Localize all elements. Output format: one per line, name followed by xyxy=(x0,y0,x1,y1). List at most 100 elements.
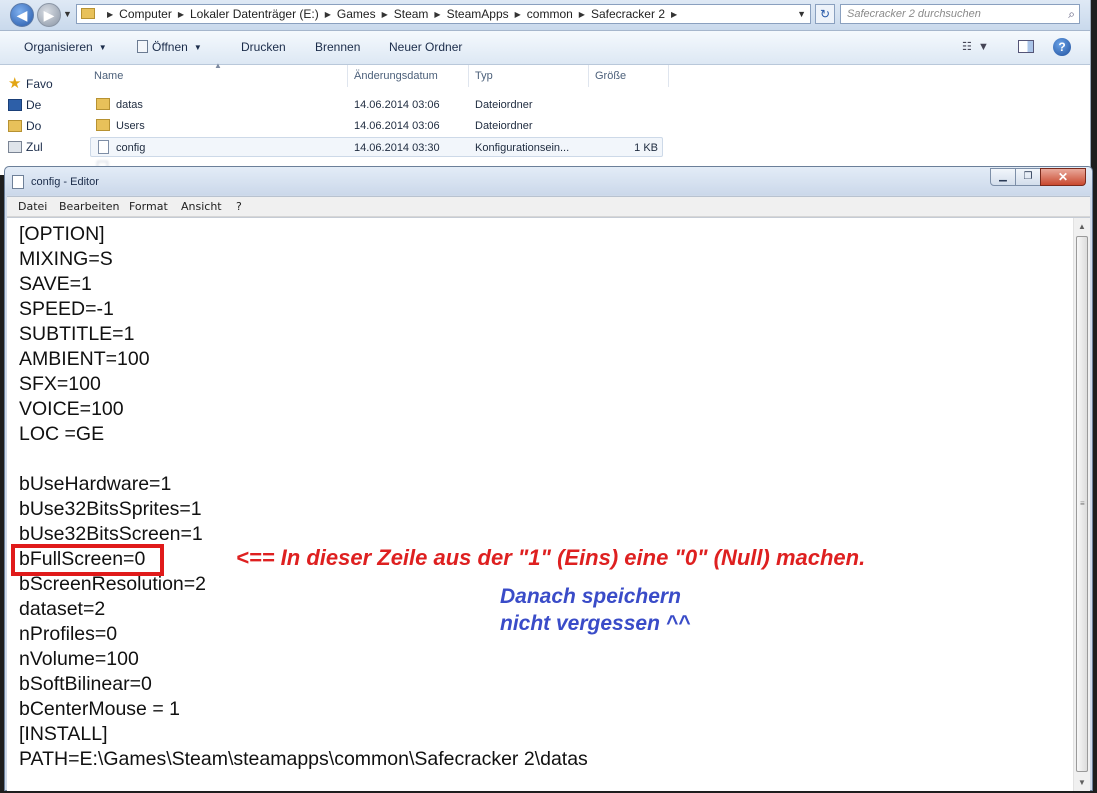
editor-line: bUse32BitsSprites=1 xyxy=(19,498,202,520)
organize-label: Organisieren xyxy=(24,40,93,54)
minimize-button[interactable]: ▁ xyxy=(990,168,1016,186)
breadcrumb-safecracker[interactable]: Safecracker 2 xyxy=(591,7,665,21)
menu-edit[interactable]: Bearbeiten xyxy=(59,200,119,213)
file-row-selected[interactable]: config 14.06.2014 03:30 Konfigurationsei… xyxy=(90,137,663,157)
editor-content[interactable]: [OPTION] MIXING=S SAVE=1 SPEED=-1 SUBTITLE=1… xyxy=(19,222,588,772)
editor-line: nVolume=100 xyxy=(19,648,139,670)
editor-line: bCenterMouse = 1 xyxy=(19,698,180,720)
column-header-name[interactable]: Name xyxy=(94,70,123,82)
column-divider[interactable] xyxy=(668,65,669,87)
chevron-down-icon: ▼ xyxy=(98,43,107,52)
title-bar[interactable]: config - Editor ▁ ❐ ✕ xyxy=(5,167,1092,195)
nav-label: Do xyxy=(26,119,42,133)
burn-button[interactable]: Brennen xyxy=(315,40,360,54)
restore-button[interactable]: ❐ xyxy=(1015,168,1041,186)
forward-button[interactable]: ▶ xyxy=(37,3,61,27)
editor-line: bSoftBilinear=0 xyxy=(19,673,152,695)
column-divider[interactable] xyxy=(588,65,589,87)
nav-label: De xyxy=(26,98,42,112)
search-input[interactable]: Safecracker 2 durchsuchen ⌕ xyxy=(840,4,1080,24)
annotation-instruction: <== In dieser Zeile aus der "1" (Eins) e… xyxy=(236,545,866,570)
recent-pages-dropdown-icon[interactable]: ▼ xyxy=(63,9,72,19)
chevron-right-icon[interactable]: ▶ xyxy=(515,10,521,19)
help-icon[interactable]: ? xyxy=(1053,38,1071,56)
scroll-down-icon[interactable]: ▼ xyxy=(1078,778,1086,787)
annotation-save-line: nicht vergessen ^^ xyxy=(500,612,691,635)
nav-label: Zul xyxy=(26,140,43,154)
chevron-down-icon: ▼ xyxy=(193,43,202,52)
menu-help[interactable]: ? xyxy=(236,200,242,213)
open-button[interactable]: Öffnen ▼ xyxy=(137,40,202,54)
menu-file[interactable]: Datei xyxy=(18,200,47,213)
scrollbar-thumb[interactable]: ≡ xyxy=(1076,236,1088,772)
change-view-button[interactable]: ☷ ▼ xyxy=(962,40,989,53)
folder-icon xyxy=(81,8,95,19)
chevron-right-icon[interactable]: ▶ xyxy=(579,10,585,19)
sort-ascending-icon: ▲ xyxy=(214,61,222,70)
close-button[interactable]: ✕ xyxy=(1040,168,1086,186)
grip-icon: ≡ xyxy=(1080,499,1085,508)
address-bar[interactable]: ▶ Computer ▶ Lokaler Datenträger (E:) ▶ Games… xyxy=(76,4,811,24)
nav-label: Favo xyxy=(26,77,53,91)
column-divider[interactable] xyxy=(468,65,469,87)
nav-item-favorites[interactable]: ★ Favo xyxy=(8,75,53,92)
notepad-window: config - Editor ▁ ❐ ✕ Datei Bearbeiten F… xyxy=(4,166,1093,791)
explorer-toolbar: Organisieren ▼ Öffnen ▼ Drucken Brennen Ne… xyxy=(0,31,1090,65)
editor-line: SAVE=1 xyxy=(19,273,92,295)
file-row[interactable]: Users 14.06.2014 03:06 Dateiordner xyxy=(90,116,663,136)
nav-item-recent[interactable]: Zul xyxy=(8,140,43,154)
column-header-type[interactable]: Typ xyxy=(475,70,493,82)
editor-line: [OPTION] xyxy=(19,223,105,245)
text-editor-area[interactable]: [OPTION] MIXING=S SAVE=1 SPEED=-1 SUBTITLE=1… xyxy=(7,217,1090,791)
explorer-window: ◀ ▶ ▼ ▶ Computer ▶ Lokaler Datenträger (E:)… xyxy=(0,0,1091,175)
editor-line: PATH=E:\Games\Steam\steamapps\common\Saf… xyxy=(19,748,588,770)
scroll-up-icon[interactable]: ▲ xyxy=(1078,222,1086,231)
chevron-right-icon[interactable]: ▶ xyxy=(671,10,677,19)
print-button[interactable]: Drucken xyxy=(241,40,286,54)
chevron-right-icon[interactable]: ▶ xyxy=(434,10,440,19)
notepad-app-icon[interactable] xyxy=(12,175,24,189)
annotation-save-line: Danach speichern xyxy=(500,585,681,608)
file-type: Dateiordner xyxy=(475,99,533,111)
back-button[interactable]: ◀ xyxy=(10,3,34,27)
chevron-right-icon[interactable]: ▶ xyxy=(325,10,331,19)
file-name: datas xyxy=(116,99,143,111)
breadcrumb-games[interactable]: Games xyxy=(337,7,376,21)
open-label: Öffnen xyxy=(152,40,188,54)
breadcrumb-steam[interactable]: Steam xyxy=(394,7,429,21)
new-folder-button[interactable]: Neuer Ordner xyxy=(389,40,462,54)
breadcrumb-common[interactable]: common xyxy=(527,7,573,21)
desktop-icon xyxy=(8,99,22,111)
address-dropdown-icon[interactable]: ▼ xyxy=(797,5,806,23)
editor-line: LOC =GE xyxy=(19,423,105,445)
organize-button[interactable]: Organisieren ▼ xyxy=(24,40,107,54)
file-date: 14.06.2014 03:30 xyxy=(354,142,440,154)
explorer-address-area: ◀ ▶ ▼ ▶ Computer ▶ Lokaler Datenträger (E:)… xyxy=(0,0,1090,31)
column-header-date[interactable]: Änderungsdatum xyxy=(354,70,438,82)
chevron-right-icon[interactable]: ▶ xyxy=(178,10,184,19)
refresh-button[interactable]: ↻ xyxy=(815,4,835,24)
preview-pane-icon[interactable] xyxy=(1018,40,1034,53)
chevron-right-icon[interactable]: ▶ xyxy=(107,10,113,19)
highlight-box xyxy=(11,544,164,576)
menu-bar: Datei Bearbeiten Format Ansicht ? xyxy=(7,196,1090,217)
column-header-size[interactable]: Größe xyxy=(595,70,626,82)
chevron-right-icon[interactable]: ▶ xyxy=(382,10,388,19)
vertical-scrollbar[interactable]: ▲ ≡ ▼ xyxy=(1073,218,1090,791)
breadcrumb-drive[interactable]: Lokaler Datenträger (E:) xyxy=(190,7,319,21)
nav-item-desktop[interactable]: De xyxy=(8,98,42,112)
column-divider[interactable] xyxy=(347,65,348,87)
file-row[interactable]: datas 14.06.2014 03:06 Dateiordner xyxy=(90,95,663,115)
menu-format[interactable]: Format xyxy=(129,200,168,213)
editor-line: [INSTALL] xyxy=(19,723,108,745)
file-date: 14.06.2014 03:06 xyxy=(354,99,440,111)
breadcrumb-steamapps[interactable]: SteamApps xyxy=(447,7,509,21)
menu-view[interactable]: Ansicht xyxy=(181,200,222,213)
recent-places-icon xyxy=(8,141,22,153)
star-icon: ★ xyxy=(8,75,22,92)
breadcrumb-computer[interactable]: Computer xyxy=(119,7,172,21)
folder-icon xyxy=(96,98,110,110)
search-icon[interactable]: ⌕ xyxy=(1068,5,1075,23)
nav-item-downloads[interactable]: Do xyxy=(8,119,42,133)
